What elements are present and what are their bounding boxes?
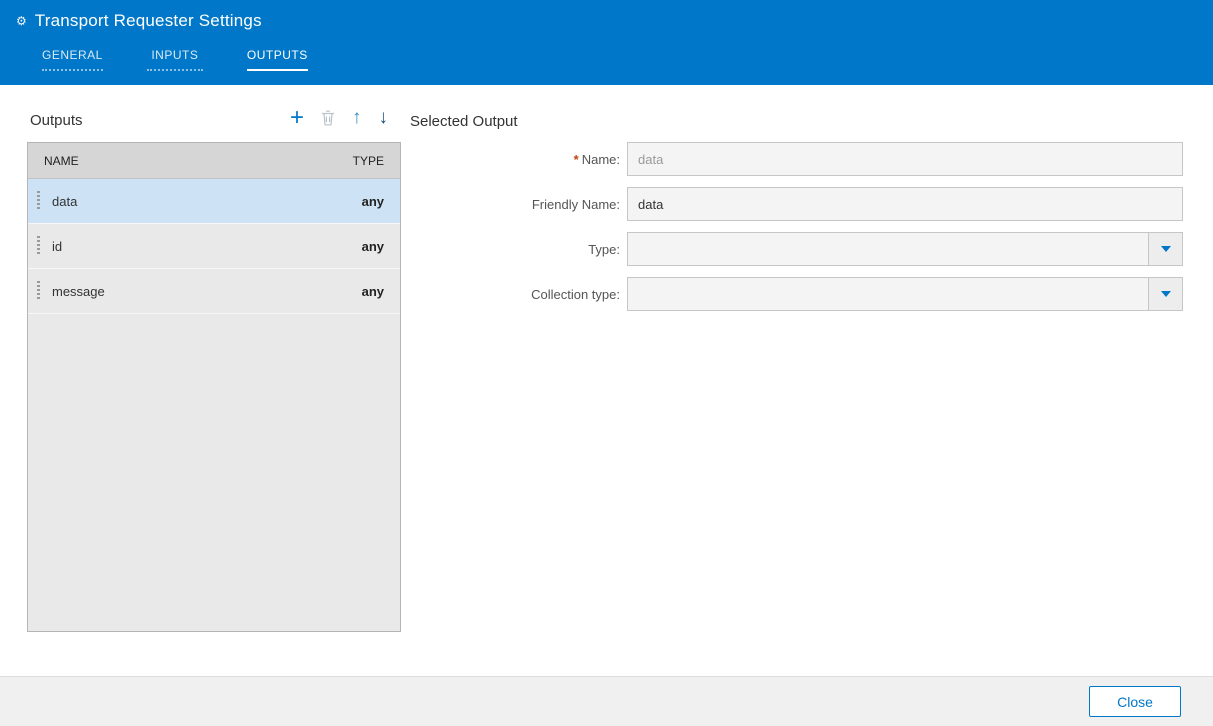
name-label: *Name: bbox=[410, 152, 620, 167]
output-name: message bbox=[52, 284, 362, 299]
tab-outputs[interactable]: OUTPUTS bbox=[247, 48, 308, 71]
dialog-header: ⚙ Transport Requester Settings GENERAL I… bbox=[0, 0, 1213, 85]
output-type: any bbox=[362, 239, 384, 254]
form-row-name: *Name: bbox=[410, 142, 1183, 176]
name-field[interactable] bbox=[627, 142, 1183, 176]
output-type: any bbox=[362, 194, 384, 209]
selected-output-title: Selected Output bbox=[410, 113, 518, 130]
friendly-name-field[interactable] bbox=[627, 187, 1183, 221]
type-dropdown-button[interactable] bbox=[1148, 233, 1182, 265]
page-title: Transport Requester Settings bbox=[35, 11, 262, 31]
chevron-down-icon bbox=[1161, 246, 1171, 252]
table-row[interactable]: message any bbox=[28, 269, 400, 314]
add-output-button[interactable]: + bbox=[290, 107, 304, 129]
collection-type-dropdown-value bbox=[638, 278, 1142, 310]
settings-icon: ⚙ bbox=[16, 15, 27, 27]
outputs-table-header: NAME TYPE bbox=[28, 143, 400, 179]
drag-handle-icon[interactable] bbox=[37, 236, 40, 256]
tab-inputs[interactable]: INPUTS bbox=[147, 48, 203, 71]
collection-type-label: Collection type: bbox=[410, 287, 620, 302]
column-header-name: NAME bbox=[44, 154, 79, 168]
table-row[interactable]: id any bbox=[28, 224, 400, 269]
output-name: data bbox=[52, 194, 362, 209]
form-row-type: Type: bbox=[410, 232, 1183, 266]
type-dropdown[interactable] bbox=[627, 232, 1183, 266]
form-row-friendly-name: Friendly Name: bbox=[410, 187, 1183, 221]
table-row[interactable]: data any bbox=[28, 179, 400, 224]
outputs-table: NAME TYPE data any id any message any bbox=[27, 142, 401, 632]
outputs-toolbar: + ↑ ↓ bbox=[290, 105, 388, 131]
column-header-type: TYPE bbox=[353, 154, 384, 168]
main-content: Outputs + ↑ ↓ NAME TYPE data any id any … bbox=[0, 85, 1213, 676]
collection-type-dropdown-button[interactable] bbox=[1148, 278, 1182, 310]
output-name: id bbox=[52, 239, 362, 254]
move-down-button[interactable]: ↓ bbox=[379, 107, 389, 129]
close-button[interactable]: Close bbox=[1089, 686, 1181, 717]
trash-icon bbox=[321, 110, 335, 126]
type-dropdown-value bbox=[638, 233, 1142, 265]
output-type: any bbox=[362, 284, 384, 299]
collection-type-dropdown[interactable] bbox=[627, 277, 1183, 311]
title-row: ⚙ Transport Requester Settings bbox=[16, 11, 262, 31]
delete-output-button[interactable] bbox=[321, 110, 335, 126]
outputs-panel-title: Outputs bbox=[30, 112, 83, 129]
tab-general[interactable]: GENERAL bbox=[42, 48, 103, 71]
form-row-collection-type: Collection type: bbox=[410, 277, 1183, 311]
friendly-name-label: Friendly Name: bbox=[410, 197, 620, 212]
selected-output-form: *Name: Friendly Name: Type: Collection t… bbox=[410, 142, 1183, 322]
type-label: Type: bbox=[410, 242, 620, 257]
move-up-button[interactable]: ↑ bbox=[352, 107, 362, 129]
dialog-footer: Close bbox=[0, 676, 1213, 726]
required-marker: * bbox=[574, 152, 579, 167]
drag-handle-icon[interactable] bbox=[37, 191, 40, 211]
drag-handle-icon[interactable] bbox=[37, 281, 40, 301]
tab-bar: GENERAL INPUTS OUTPUTS bbox=[42, 48, 308, 71]
chevron-down-icon bbox=[1161, 291, 1171, 297]
